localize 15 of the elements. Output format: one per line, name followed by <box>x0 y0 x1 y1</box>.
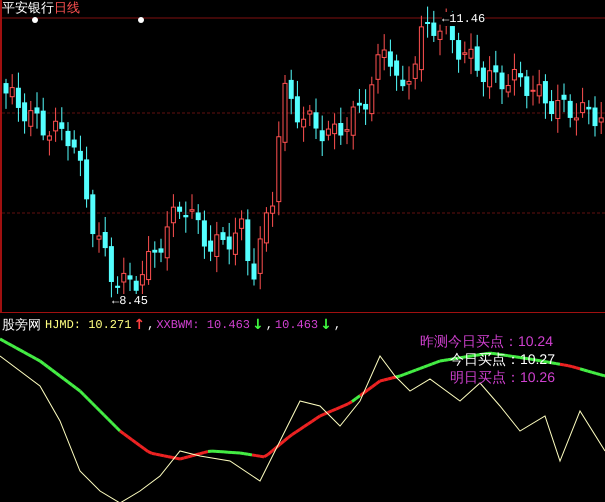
price-label: ←11.46 <box>442 12 486 26</box>
indicator-value: 10.463 <box>274 317 318 333</box>
indicator-value: XXBWM: 10.463 <box>156 317 250 333</box>
buy-point-label: 昨测今日买点：10.24 <box>420 333 553 349</box>
separator: , <box>147 317 154 333</box>
period-label: 日线 <box>54 0 80 16</box>
indicator-name: 股旁网 <box>2 317 41 333</box>
direction-arrow: ↓ <box>252 317 264 333</box>
stock-name: 平安银行 <box>2 0 54 16</box>
direction-arrow: ↑ <box>133 317 146 333</box>
separator: , <box>334 317 342 333</box>
direction-arrow: ↓ <box>320 317 332 333</box>
buy-point-label: 明日买点：10.26 <box>450 369 555 385</box>
indicator-value: HJMD: 10.271 <box>45 317 132 333</box>
separator: , <box>266 317 273 333</box>
